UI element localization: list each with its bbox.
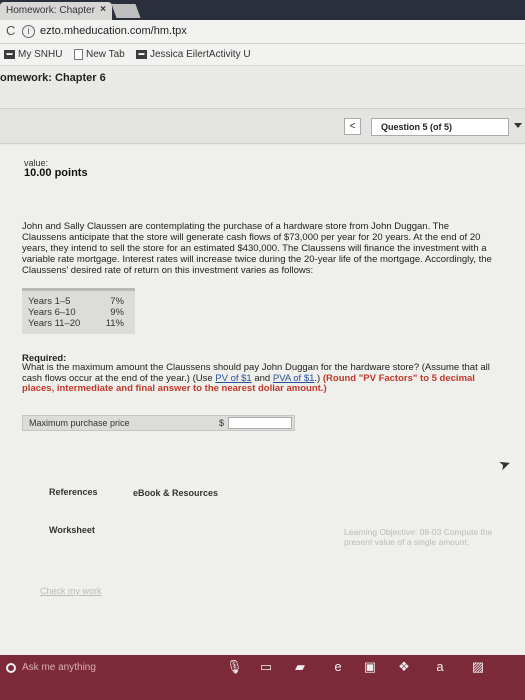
maximum-purchase-price-input[interactable] <box>228 417 292 429</box>
answer-row: Maximum purchase price $ <box>22 415 295 431</box>
rate-value: 7% <box>110 296 124 307</box>
question-content: value: 10.00 points John and Sally Claus… <box>0 145 525 655</box>
url-field[interactable]: ezto.mheducation.com/hm.tpx <box>40 25 187 37</box>
taskbar-search-input[interactable]: Ask me anything <box>22 662 96 673</box>
tab-worksheet[interactable]: Worksheet <box>49 525 95 535</box>
browser-tabstrip: Homework: Chapter × <box>0 0 525 20</box>
edge-icon[interactable]: e <box>330 660 346 674</box>
question-text: John and Sally Claussen are contemplatin… <box>22 221 492 276</box>
chevron-down-icon[interactable] <box>514 123 522 128</box>
required-text-part: and <box>251 372 273 384</box>
rate-years: Years 11–20 <box>28 318 81 329</box>
bookmark-label: My SNHU <box>18 49 63 60</box>
taskbar: Ask me anything 🎙 ▭ ▰ e ▣ ❖ a ▨ <box>0 655 525 700</box>
required-text-part: .) <box>314 372 323 384</box>
store-icon[interactable]: ▣ <box>362 660 378 674</box>
bookmarks-bar: ▬ My SNHU New Tab ▬ Jessica EilertActivi… <box>0 44 525 66</box>
address-bar: C i ezto.mheducation.com/hm.tpx <box>0 20 525 44</box>
pva-table-link[interactable]: PVA of $1 <box>273 373 315 384</box>
rate-value: 9% <box>110 307 124 318</box>
bookmark-my-snhu[interactable]: ▬ My SNHU <box>4 49 62 60</box>
rate-row: Years 1–5 7% <box>28 296 128 307</box>
close-icon[interactable]: × <box>100 4 106 15</box>
photo-icon[interactable]: ▨ <box>470 660 486 674</box>
bookmark-label: Jessica EilertActivity U <box>150 49 251 60</box>
microphone-icon[interactable]: 🎙 <box>226 660 243 674</box>
dropbox-icon[interactable]: ❖ <box>396 660 412 674</box>
page-icon <box>74 49 83 60</box>
reload-icon[interactable]: C <box>6 23 15 38</box>
previous-question-button[interactable]: < <box>344 118 361 135</box>
pv-table-link[interactable]: PV of $1 <box>215 373 251 384</box>
search-icon <box>6 663 16 673</box>
bookmark-jessica[interactable]: ▬ Jessica EilertActivity U <box>136 49 251 60</box>
rate-row: Years 11–20 11% <box>28 318 128 329</box>
question-points: 10.00 points <box>24 167 88 179</box>
rate-years: Years 6–10 <box>28 307 76 318</box>
required-text: What is the maximum amount the Claussens… <box>22 362 497 395</box>
rates-table: Years 1–5 7% Years 6–10 9% Years 11–20 1… <box>22 288 135 334</box>
learning-objective: Learning Objective: 08-03 Compute the pr… <box>344 527 493 547</box>
file-explorer-icon[interactable]: ▰ <box>292 660 308 674</box>
bookmark-icon: ▬ <box>4 50 15 59</box>
amazon-icon[interactable]: a <box>432 660 448 674</box>
answer-label: Maximum purchase price <box>29 418 130 428</box>
tab-ebook-resources[interactable]: eBook & Resources <box>133 488 218 498</box>
page-title: omework: Chapter 6 <box>0 72 106 84</box>
question-selector[interactable]: Question 5 (of 5) <box>371 118 509 136</box>
question-nav-bar: < Question 5 (of 5) <box>0 108 525 144</box>
browser-tab[interactable]: Homework: Chapter × <box>0 2 112 20</box>
rate-years: Years 1–5 <box>28 296 71 307</box>
bookmark-new-tab[interactable]: New Tab <box>74 49 125 60</box>
info-icon[interactable]: i <box>22 25 35 38</box>
task-view-icon[interactable]: ▭ <box>258 660 274 674</box>
new-tab-button[interactable] <box>111 4 141 18</box>
bookmark-icon: ▬ <box>136 50 147 59</box>
check-my-work-button[interactable]: Check my work <box>40 586 102 596</box>
tab-references[interactable]: References <box>49 487 98 497</box>
tab-title: Homework: Chapter <box>6 5 95 16</box>
rate-value: 11% <box>105 318 124 329</box>
currency-symbol: $ <box>219 418 225 428</box>
bookmark-label: New Tab <box>86 49 125 60</box>
mouse-cursor-icon: ➤ <box>496 454 513 474</box>
rate-row: Years 6–10 9% <box>28 307 128 318</box>
